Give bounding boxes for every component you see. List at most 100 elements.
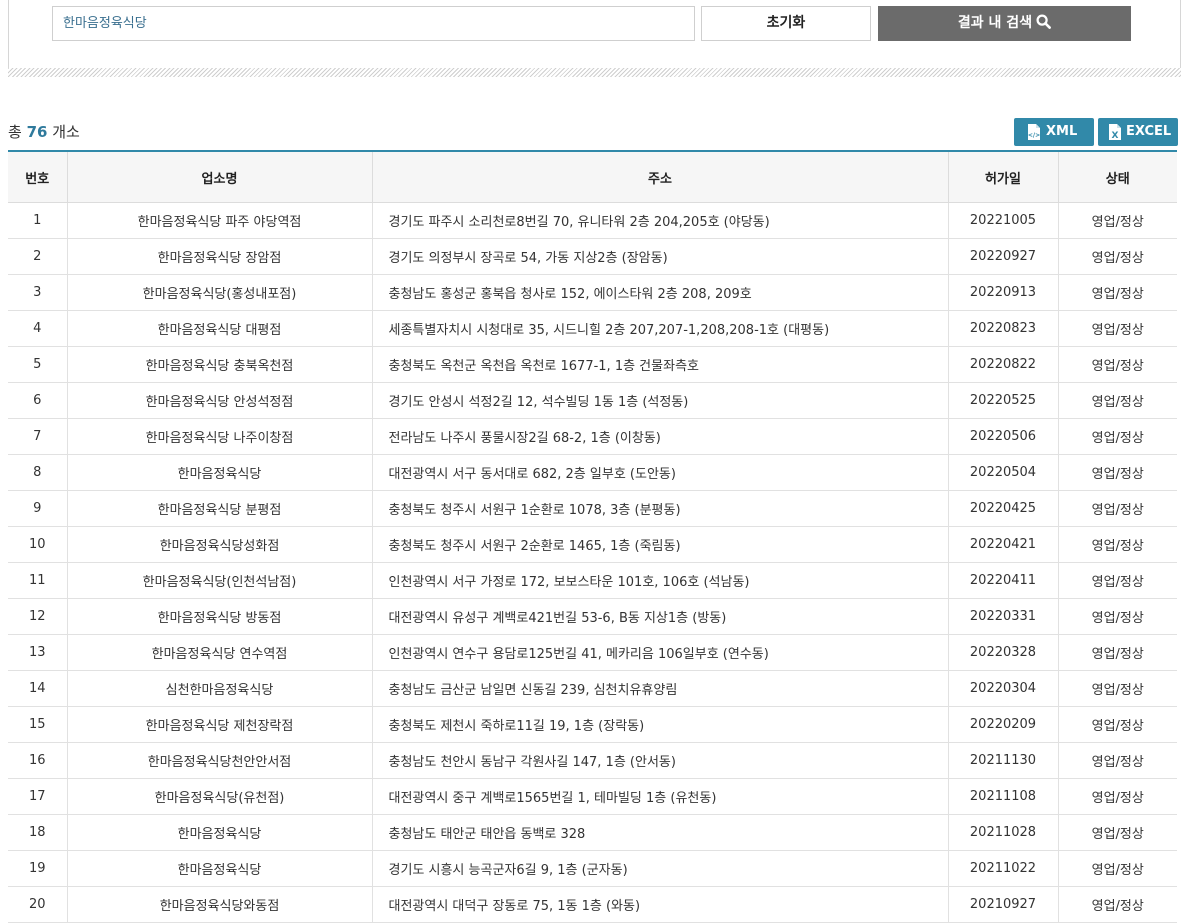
cell-address: 충청남도 태안군 태안읍 동백로 328 <box>371 814 949 851</box>
cell-business-name[interactable]: 한마음정육식당 충북옥천점 <box>66 346 373 383</box>
cell-permit-date: 20211022 <box>947 850 1059 887</box>
cell-status: 영업/정상 <box>1057 490 1177 527</box>
cell-status: 영업/정상 <box>1057 886 1177 923</box>
cell-address: 충청남도 금산군 남일면 신동길 239, 심천치유휴양림 <box>371 670 949 707</box>
cell-status: 영업/정상 <box>1057 454 1177 491</box>
cell-number: 15 <box>8 706 68 743</box>
cell-permit-date: 20211028 <box>947 814 1059 851</box>
search-input[interactable]: 한마음정육식당 <box>52 6 695 41</box>
cell-business-name[interactable]: 한마음정육식당 제천장락점 <box>66 706 373 743</box>
reset-button[interactable]: 초기화 <box>701 6 871 41</box>
table-row[interactable]: 13 한마음정육식당 연수역점 인천광역시 연수구 용담로125번길 41, 메카리… <box>8 634 1177 671</box>
header-number: 번호 <box>8 151 68 203</box>
cell-status: 영업/정상 <box>1057 346 1177 383</box>
cell-address: 충청북도 옥천군 옥천읍 옥천로 1677-1, 1층 건물좌측호 <box>371 346 949 383</box>
cell-number: 4 <box>8 310 68 347</box>
cell-number: 9 <box>8 490 68 527</box>
cell-status: 영업/정상 <box>1057 418 1177 455</box>
svg-text:X: X <box>1112 131 1119 141</box>
cell-business-name[interactable]: 한마음정육식당 나주이창점 <box>66 418 373 455</box>
table-row[interactable]: 1 한마음정육식당 파주 야당역점 경기도 파주시 소리천로8번길 70, 유니타워… <box>8 202 1177 239</box>
cell-business-name[interactable]: 한마음정육식당 안성석정점 <box>66 382 373 419</box>
table-row[interactable]: 2 한마음정육식당 장암점 경기도 의정부시 장곡로 54, 가동 지상2층 (장암… <box>8 238 1177 275</box>
cell-status: 영업/정상 <box>1057 310 1177 347</box>
cell-permit-date: 20220823 <box>947 310 1059 347</box>
cell-business-name[interactable]: 한마음정육식당 <box>66 814 373 851</box>
cell-number: 5 <box>8 346 68 383</box>
cell-permit-date: 20211108 <box>947 778 1059 815</box>
cell-permit-date: 20210927 <box>947 886 1059 923</box>
cell-business-name[interactable]: 한마음정육식당 방동점 <box>66 598 373 635</box>
table-row[interactable]: 20 한마음정육식당와동점 대전광역시 대덕구 장동로 75, 1동 1층 (와동)… <box>8 886 1177 923</box>
cell-business-name[interactable]: 한마음정육식당 분평점 <box>66 490 373 527</box>
excel-download-button[interactable]: X EXCEL <box>1098 118 1178 146</box>
cell-business-name[interactable]: 한마음정육식당 장암점 <box>66 238 373 275</box>
cell-status: 영업/정상 <box>1057 670 1177 707</box>
cell-number: 1 <box>8 202 68 239</box>
table-row[interactable]: 17 한마음정육식당(유천점) 대전광역시 중구 계백로1565번길 1, 테마빌딩… <box>8 778 1177 815</box>
table-row[interactable]: 15 한마음정육식당 제천장락점 충청북도 제천시 죽하로11길 19, 1층 (장… <box>8 706 1177 743</box>
table-row[interactable]: 11 한마음정육식당(인천석남점) 인천광역시 서구 가정로 172, 보보스타운 … <box>8 562 1177 599</box>
cell-address: 충청북도 청주시 서원구 1순환로 1078, 3층 (분평동) <box>371 490 949 527</box>
cell-business-name[interactable]: 한마음정육식당천안안서점 <box>66 742 373 779</box>
cell-number: 20 <box>8 886 68 923</box>
cell-business-name[interactable]: 한마음정육식당와동점 <box>66 886 373 923</box>
table-row[interactable]: 3 한마음정육식당(홍성내포점) 충청남도 홍성군 홍북읍 청사로 152, 에이스… <box>8 274 1177 311</box>
cell-business-name[interactable]: 한마음정육식당(유천점) <box>66 778 373 815</box>
table-row[interactable]: 4 한마음정육식당 대평점 세종특별자치시 시청대로 35, 시드니힐 2층 207… <box>8 310 1177 347</box>
cell-number: 7 <box>8 418 68 455</box>
cell-status: 영업/정상 <box>1057 778 1177 815</box>
table-header-row: 번호 업소명 주소 허가일 상태 <box>8 151 1177 203</box>
cell-business-name[interactable]: 한마음정육식당 <box>66 850 373 887</box>
table-row[interactable]: 9 한마음정육식당 분평점 충청북도 청주시 서원구 1순환로 1078, 3층 (… <box>8 490 1177 527</box>
cell-status: 영업/정상 <box>1057 562 1177 599</box>
table-row[interactable]: 6 한마음정육식당 안성석정점 경기도 안성시 석정2길 12, 석수빌딩 1동 1… <box>8 382 1177 419</box>
cell-permit-date: 20220209 <box>947 706 1059 743</box>
table-row[interactable]: 8 한마음정육식당 대전광역시 서구 동서대로 682, 2층 일부호 (도안동) 2… <box>8 454 1177 491</box>
cell-status: 영업/정상 <box>1057 526 1177 563</box>
excel-label: EXCEL <box>1126 124 1172 139</box>
table-row[interactable]: 18 한마음정육식당 충청남도 태안군 태안읍 동백로 328 20211028 영업/… <box>8 814 1177 851</box>
cell-status: 영업/정상 <box>1057 706 1177 743</box>
total-number: 76 <box>26 123 48 141</box>
cell-number: 19 <box>8 850 68 887</box>
cell-address: 인천광역시 서구 가정로 172, 보보스타운 101호, 106호 (석남동) <box>371 562 949 599</box>
table-row[interactable]: 12 한마음정육식당 방동점 대전광역시 유성구 계백로421번길 53-6, B동… <box>8 598 1177 635</box>
search-button-label: 결과 내 검색 <box>957 15 1033 31</box>
search-within-results-button[interactable]: 결과 내 검색 <box>878 6 1131 41</box>
cell-business-name[interactable]: 한마음정육식당 <box>66 454 373 491</box>
cell-address: 경기도 파주시 소리천로8번길 70, 유니타워 2층 204,205호 (야당… <box>371 202 949 239</box>
cell-number: 14 <box>8 670 68 707</box>
cell-permit-date: 20211130 <box>947 742 1059 779</box>
cell-address: 전라남도 나주시 풍물시장2길 68-2, 1층 (이창동) <box>371 418 949 455</box>
cell-business-name[interactable]: 심천한마음정육식당 <box>66 670 373 707</box>
cell-address: 충청북도 청주시 서원구 2순환로 1465, 1층 (죽림동) <box>371 526 949 563</box>
cell-permit-date: 20221005 <box>947 202 1059 239</box>
cell-business-name[interactable]: 한마음정육식당 파주 야당역점 <box>66 202 373 239</box>
table-row[interactable]: 7 한마음정육식당 나주이창점 전라남도 나주시 풍물시장2길 68-2, 1층 (… <box>8 418 1177 455</box>
table-row[interactable]: 16 한마음정육식당천안안서점 충청남도 천안시 동남구 각원사길 147, 1층 … <box>8 742 1177 779</box>
cell-business-name[interactable]: 한마음정육식당 대평점 <box>66 310 373 347</box>
cell-permit-date: 20220331 <box>947 598 1059 635</box>
cell-business-name[interactable]: 한마음정육식당(인천석남점) <box>66 562 373 599</box>
header-status: 상태 <box>1057 151 1177 203</box>
cell-number: 2 <box>8 238 68 275</box>
table-row[interactable]: 19 한마음정육식당 경기도 시흥시 능곡군자6길 9, 1층 (군자동) 20211… <box>8 850 1177 887</box>
cell-permit-date: 20220328 <box>947 634 1059 671</box>
cell-number: 12 <box>8 598 68 635</box>
table-row[interactable]: 10 한마음정육식당성화점 충청북도 청주시 서원구 2순환로 1465, 1층 (… <box>8 526 1177 563</box>
xml-download-button[interactable]: </> XML <box>1014 118 1094 146</box>
cell-permit-date: 20220822 <box>947 346 1059 383</box>
cell-business-name[interactable]: 한마음정육식당 연수역점 <box>66 634 373 671</box>
cell-business-name[interactable]: 한마음정육식당(홍성내포점) <box>66 274 373 311</box>
table-row[interactable]: 14 심천한마음정육식당 충청남도 금산군 남일면 신동길 239, 심천치유휴양림… <box>8 670 1177 707</box>
cell-number: 11 <box>8 562 68 599</box>
cell-number: 17 <box>8 778 68 815</box>
cell-permit-date: 20220927 <box>947 238 1059 275</box>
header-address: 주소 <box>371 151 949 203</box>
cell-status: 영업/정상 <box>1057 382 1177 419</box>
cell-business-name[interactable]: 한마음정육식당성화점 <box>66 526 373 563</box>
cell-address: 대전광역시 중구 계백로1565번길 1, 테마빌딩 1층 (유천동) <box>371 778 949 815</box>
cell-address: 세종특별자치시 시청대로 35, 시드니힐 2층 207,207-1,208,2… <box>371 310 949 347</box>
table-row[interactable]: 5 한마음정육식당 충북옥천점 충청북도 옥천군 옥천읍 옥천로 1677-1, 1… <box>8 346 1177 383</box>
